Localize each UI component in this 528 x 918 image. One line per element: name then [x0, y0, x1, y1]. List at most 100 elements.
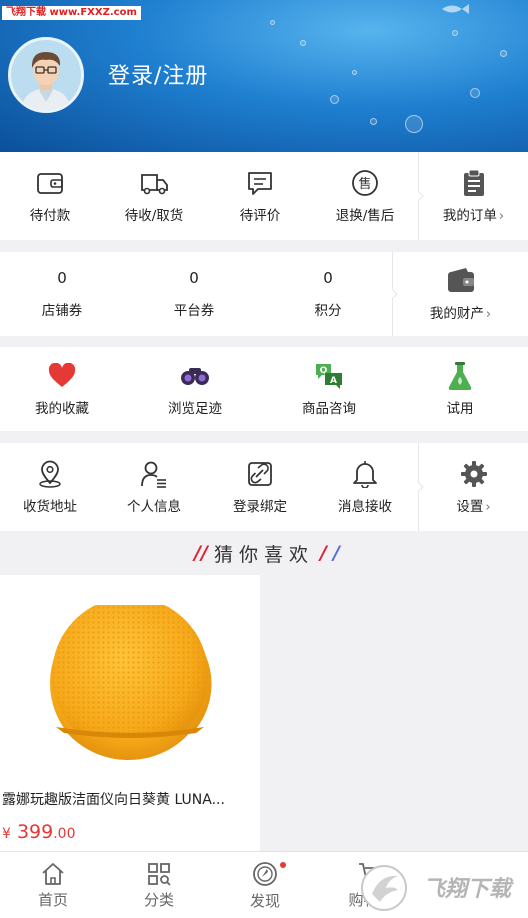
after-sale-icon: 售	[350, 168, 380, 198]
gear-icon	[459, 459, 489, 489]
notification-dot	[280, 862, 286, 868]
product-image	[50, 605, 212, 760]
feature-browse-history[interactable]: 浏览足迹	[124, 347, 266, 431]
bubble-decor	[370, 118, 377, 125]
product-price: ¥ 399.00	[2, 821, 76, 843]
bubble-decor	[405, 115, 423, 133]
feature-label: 浏览足迹	[168, 401, 222, 417]
bubble-decor	[300, 40, 306, 46]
order-pending-review[interactable]: 待评价	[208, 152, 312, 240]
asset-store-coupon[interactable]: 0 店铺券	[0, 252, 124, 336]
asset-value: 0	[189, 269, 199, 287]
nav-category[interactable]: 分类	[106, 852, 212, 918]
order-pending-receipt[interactable]: 待收/取货	[100, 152, 208, 240]
watermark-text: 飞翔下载 www.FXXZ.com	[2, 6, 141, 20]
assets-section: 0 店铺券 0 平台券 0 积分 我的财产 ›	[0, 252, 528, 336]
setting-label: 个人信息	[127, 499, 181, 515]
nav-discover[interactable]: 发现	[212, 852, 318, 918]
page-root: 飞翔下载 www.FXXZ.com 登录/注册 待付款 待收/取货 待评价 售 …	[0, 0, 528, 918]
product-card[interactable]: 露娜玩趣版洁面仪向日葵黄 LUNA... ¥ 399.00	[0, 575, 260, 851]
nav-label: 发现	[249, 891, 280, 910]
asset-label: 平台券	[173, 303, 215, 319]
settings-label: 设置 ›	[456, 495, 490, 515]
setting-login-binding[interactable]: 登录绑定	[208, 443, 312, 531]
setting-address[interactable]: 收货地址	[0, 443, 100, 531]
asset-label: 店铺券	[41, 303, 83, 319]
nav-home[interactable]: 首页	[0, 852, 106, 918]
avatar[interactable]	[8, 37, 84, 113]
feature-product-consult[interactable]: QA 商品咨询	[266, 347, 392, 431]
slash-decor-right: /	[320, 542, 327, 564]
location-icon	[35, 459, 65, 489]
link-icon	[245, 459, 275, 489]
bubble-decor	[330, 95, 339, 104]
my-assets-label: 我的财产 ›	[430, 302, 491, 322]
my-orders-label: 我的订单 ›	[443, 204, 504, 224]
setting-label: 消息接收	[338, 499, 392, 515]
chevron-right-icon: ›	[485, 500, 491, 515]
asset-platform-coupon[interactable]: 0 平台券	[124, 252, 264, 336]
chevron-right-icon: ›	[498, 209, 505, 224]
clipboard-icon	[459, 168, 489, 198]
settings-link[interactable]: 设置 ›	[419, 443, 528, 531]
comment-icon	[245, 168, 275, 198]
truck-icon	[139, 168, 169, 198]
my-orders-text: 我的订单	[442, 208, 497, 224]
site-logo-watermark: 飞翔下载	[361, 865, 524, 911]
asset-value: 0	[323, 269, 333, 287]
setting-personal-info[interactable]: 个人信息	[100, 443, 208, 531]
qa-icon: QA	[314, 361, 344, 391]
guess-you-like-header: // 猜你喜欢 / /	[0, 531, 528, 575]
settings-section: 收货地址 个人信息 登录绑定 消息接收 设置 ›	[0, 443, 528, 531]
slash-decor-left: //	[194, 542, 208, 564]
home-icon	[42, 862, 64, 885]
user-icon	[139, 459, 169, 489]
compass-icon	[253, 861, 277, 886]
order-pending-payment[interactable]: 待付款	[0, 152, 100, 240]
my-orders-link[interactable]: 我的订单 ›	[419, 152, 528, 240]
order-label: 待收/取货	[124, 208, 184, 224]
asset-value: 0	[57, 269, 67, 287]
setting-label: 登录绑定	[233, 499, 287, 515]
price-decimal: .00	[53, 826, 76, 842]
price-integer: 399	[16, 821, 54, 843]
feature-label: 我的收藏	[35, 401, 89, 417]
avatar-icon	[11, 40, 81, 110]
features-section: 我的收藏 浏览足迹 QA 商品咨询 试用	[0, 347, 528, 431]
order-label: 待付款	[29, 208, 71, 224]
flask-icon	[445, 361, 475, 391]
asset-points[interactable]: 0 积分	[264, 252, 392, 336]
settings-text: 设置	[456, 499, 484, 515]
chevron-right-icon: ›	[485, 307, 492, 322]
feature-label: 商品咨询	[302, 401, 356, 417]
setting-label: 收货地址	[23, 499, 77, 515]
svg-text:A: A	[330, 376, 337, 386]
order-label: 退换/售后	[335, 208, 395, 224]
orders-section: 待付款 待收/取货 待评价 售 退换/售后 我的订单 ›	[0, 152, 528, 240]
feature-favorites[interactable]: 我的收藏	[0, 347, 124, 431]
product-name: 露娜玩趣版洁面仪向日葵黄 LUNA...	[2, 792, 225, 808]
purse-icon	[446, 266, 476, 296]
my-assets-text: 我的财产	[429, 306, 484, 322]
nav-label: 分类	[143, 890, 174, 909]
profile-header: 飞翔下载 www.FXXZ.com 登录/注册	[0, 0, 528, 152]
order-after-sale[interactable]: 售 退换/售后	[312, 152, 418, 240]
order-label: 待评价	[239, 208, 281, 224]
bubble-decor	[452, 30, 458, 36]
bell-icon	[350, 459, 380, 489]
heart-icon	[47, 361, 77, 391]
guess-title: 猜你喜欢	[213, 543, 314, 566]
svg-text:飞翔下载: 飞翔下载	[423, 877, 514, 902]
feature-trial[interactable]: 试用	[392, 347, 528, 431]
bubble-decor	[270, 20, 275, 25]
bubble-decor	[352, 70, 357, 75]
login-register-link[interactable]: 登录/注册	[108, 58, 208, 90]
svg-text:售: 售	[358, 176, 371, 192]
asset-label: 积分	[314, 303, 342, 319]
fish-icon	[442, 4, 469, 14]
binoculars-icon	[180, 361, 210, 391]
bubble-decor	[470, 88, 480, 98]
wallet-icon	[35, 168, 65, 198]
my-assets-link[interactable]: 我的财产 ›	[393, 252, 528, 336]
setting-message-receive[interactable]: 消息接收	[312, 443, 418, 531]
